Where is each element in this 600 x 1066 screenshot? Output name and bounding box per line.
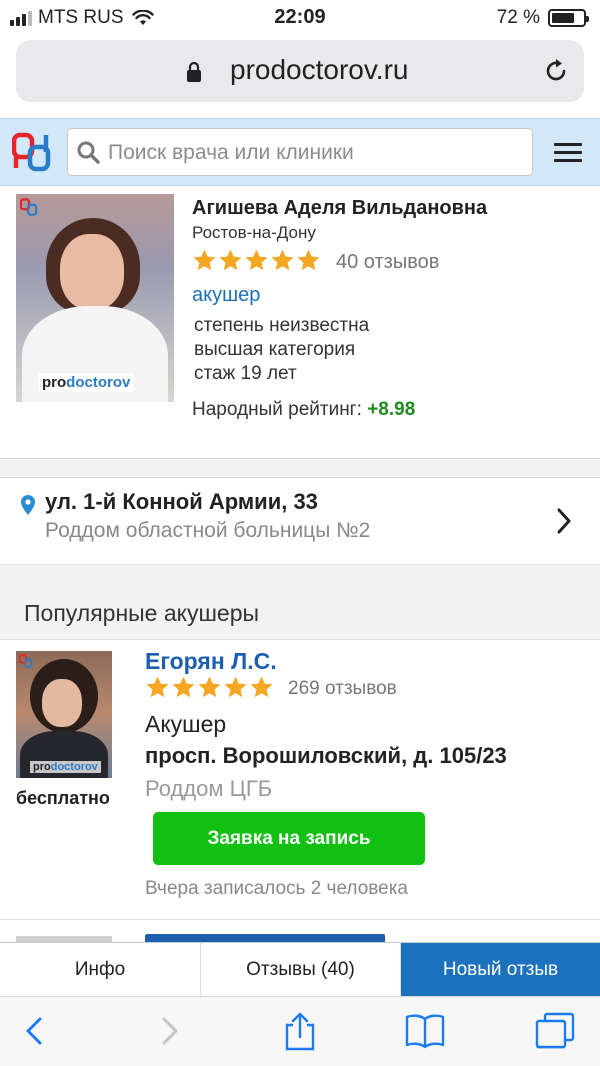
next-doctor-name (145, 934, 385, 942)
tab-new-review[interactable]: Новый отзыв (401, 943, 600, 997)
status-bar: MTS RUS 22:09 72 % (0, 0, 600, 36)
people-rating-value: +8.98 (367, 399, 416, 420)
tab-info[interactable]: Инфо (0, 943, 201, 997)
photo-watermark: prodoctorov (38, 373, 135, 392)
search-input[interactable] (108, 137, 518, 169)
doctor-reviews-link[interactable]: 40 отзывов (336, 251, 439, 274)
star-icon (198, 676, 221, 698)
share-icon[interactable] (278, 1011, 322, 1051)
tab-reviews[interactable]: Отзывы (40) (201, 943, 401, 997)
doctor-rating-stars (192, 248, 321, 273)
bottom-tabs: Инфо Отзывы (40) Новый отзыв (0, 942, 600, 997)
browser-address-area: prodoctorov.ru (0, 36, 600, 118)
popular-doctor-rating-stars (145, 675, 274, 700)
star-icon (250, 676, 273, 698)
tabs-icon[interactable] (532, 1011, 576, 1051)
popular-doctor-card: prodoctorov бесплатно Егорян Л.С. 269 от… (0, 640, 600, 920)
site-header (0, 118, 600, 186)
address-street: ул. 1-й Конной Армии, 33 (45, 489, 318, 514)
status-right: 72 % (496, 7, 589, 29)
doctor-specialty-link[interactable]: акушер (192, 284, 260, 307)
url-text[interactable]: prodoctorov.ru (230, 54, 408, 86)
battery-icon (548, 9, 589, 27)
popular-doctor-photo[interactable]: prodoctorov (16, 651, 112, 778)
star-icon (245, 249, 268, 271)
star-icon (146, 676, 169, 698)
popular-doctor-address: просп. Ворошиловский, д. 105/23 (145, 743, 507, 768)
chevron-right-icon (557, 508, 571, 534)
popular-doctor-clinic: Роддом ЦГБ (145, 776, 273, 801)
logo-icon[interactable] (12, 132, 52, 172)
booking-note: Вчера записалось 2 человека (145, 878, 409, 899)
next-doctor-card-peek (0, 920, 600, 942)
location-pin-icon (21, 495, 35, 515)
section-divider (0, 458, 600, 478)
price-label: бесплатно (16, 788, 110, 808)
doctor-card: prodoctorov Агишева Аделя Вильдановна Ро… (0, 186, 600, 458)
doctor-experience: стаж 19 лет (194, 363, 297, 384)
doctor-category: высшая категория (194, 339, 356, 360)
star-icon (224, 676, 247, 698)
doctor-degree: степень неизвестна (194, 315, 370, 336)
address-bar[interactable]: prodoctorov.ru (16, 40, 584, 102)
people-rating: Народный рейтинг: +8.98 (192, 399, 415, 421)
star-icon (172, 676, 195, 698)
back-icon[interactable] (18, 1011, 62, 1051)
battery-percent: 72 % (496, 7, 540, 28)
popular-section-header: Популярные акушеры (0, 564, 600, 640)
browser-toolbar (0, 996, 600, 1066)
popular-section-title: Популярные акушеры (24, 600, 260, 626)
reload-icon[interactable] (542, 57, 570, 85)
doctor-photo[interactable]: prodoctorov (16, 194, 174, 402)
address-row[interactable]: ул. 1-й Конной Армии, 33 Роддом областно… (0, 478, 600, 564)
popular-doctor-name[interactable]: Егорян Л.С. (145, 648, 277, 675)
star-icon (297, 249, 320, 271)
search-icon (77, 141, 100, 164)
logo-badge-icon (19, 654, 33, 668)
popular-doctor-specialty: Акушер (145, 711, 227, 737)
photo-watermark: prodoctorov (30, 761, 101, 773)
star-icon (271, 249, 294, 271)
doctor-name: Агишева Аделя Вильдановна (192, 197, 488, 219)
star-icon (193, 249, 216, 271)
logo-badge-icon (20, 198, 38, 216)
people-rating-label: Народный рейтинг: (192, 399, 362, 420)
search-box[interactable] (67, 128, 533, 176)
star-icon (219, 249, 242, 271)
menu-icon[interactable] (554, 143, 582, 163)
popular-doctor-reviews[interactable]: 269 отзывов (288, 678, 397, 700)
doctor-city: Ростов-на-Дону (192, 223, 316, 242)
lock-icon (187, 61, 201, 82)
address-clinic: Роддом областной больницы №2 (45, 519, 371, 542)
forward-icon[interactable] (148, 1011, 192, 1051)
doctor-info: степень неизвестна высшая категория стаж… (194, 314, 369, 386)
book-appointment-button[interactable]: Заявка на запись (153, 812, 425, 865)
bookmarks-icon[interactable] (403, 1011, 447, 1051)
